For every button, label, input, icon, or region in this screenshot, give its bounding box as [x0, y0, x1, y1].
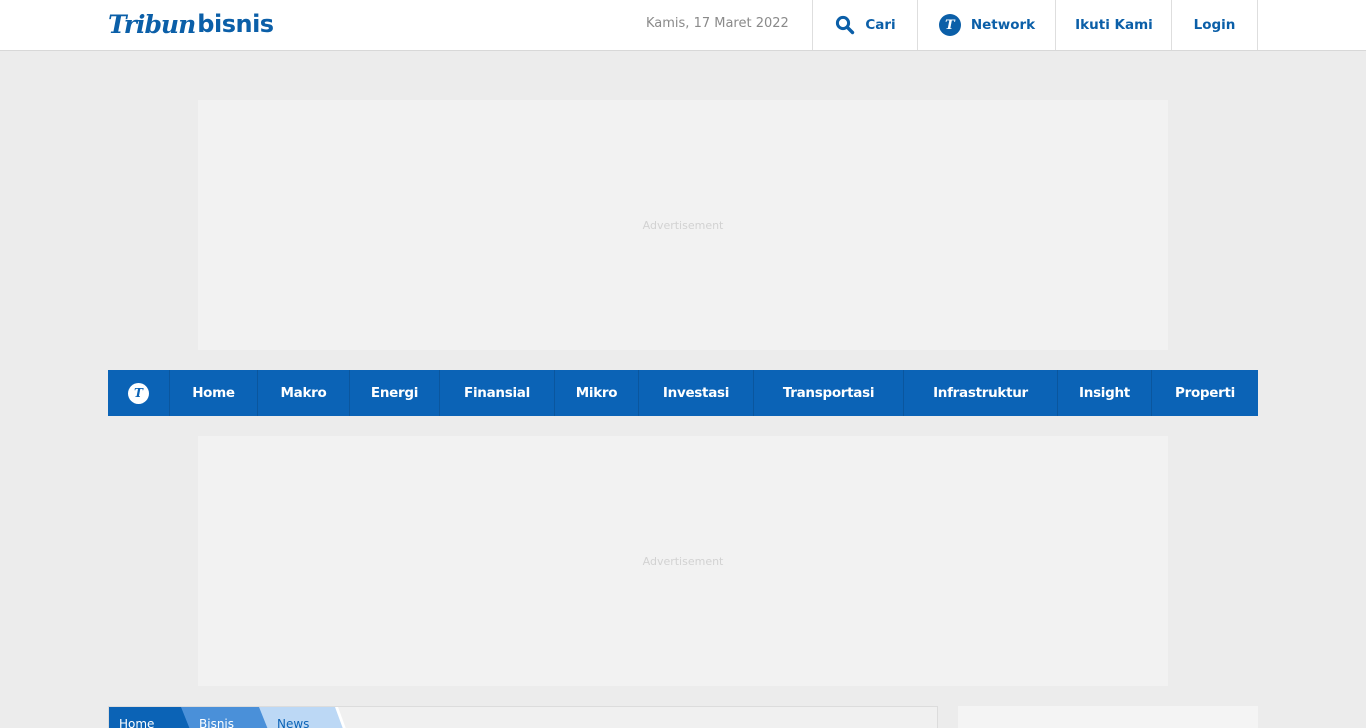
- nav-item-insight[interactable]: Insight: [1058, 370, 1152, 416]
- follow-us-button[interactable]: Ikuti Kami: [1055, 0, 1172, 50]
- current-date: Kamis, 17 Maret 2022: [646, 16, 789, 31]
- logo-tribun-text: Tribun: [108, 9, 196, 39]
- nav-item-infrastruktur[interactable]: Infrastruktur: [904, 370, 1058, 416]
- site-header: Tribun bisnis Kamis, 17 Maret 2022 Cari …: [0, 0, 1366, 51]
- search-button[interactable]: Cari: [812, 0, 918, 50]
- nav-item-energi[interactable]: Energi: [350, 370, 440, 416]
- breadcrumb-item-bisnis[interactable]: Bisnis: [179, 707, 271, 728]
- follow-us-label: Ikuti Kami: [1075, 17, 1153, 33]
- login-button[interactable]: Login: [1171, 0, 1258, 50]
- ad-label: Advertisement: [642, 218, 724, 232]
- tribun-network-icon: T: [938, 14, 961, 36]
- sidebar-box: [958, 706, 1258, 728]
- ad-banner-top[interactable]: Advertisement: [198, 100, 1168, 350]
- breadcrumb: News Bisnis Home: [108, 706, 938, 728]
- site-logo[interactable]: Tribun bisnis: [108, 2, 274, 46]
- breadcrumb-item-news[interactable]: News: [257, 707, 349, 728]
- nav-home-logo-button[interactable]: T: [108, 370, 170, 416]
- nav-item-properti[interactable]: Properti: [1152, 370, 1258, 416]
- search-icon: [836, 15, 855, 35]
- nav-item-makro[interactable]: Makro: [258, 370, 350, 416]
- nav-item-mikro[interactable]: Mikro: [555, 370, 639, 416]
- nav-item-investasi[interactable]: Investasi: [639, 370, 754, 416]
- network-button[interactable]: T Network: [917, 0, 1056, 50]
- logo-bisnis-text: bisnis: [197, 10, 274, 38]
- ad-banner-middle[interactable]: Advertisement: [198, 436, 1168, 686]
- ad-label: Advertisement: [642, 554, 724, 568]
- breadcrumb-item-home[interactable]: Home: [109, 707, 193, 728]
- login-label: Login: [1193, 17, 1236, 33]
- tribun-logo-icon: T: [128, 382, 149, 404]
- nav-item-transportasi[interactable]: Transportasi: [754, 370, 904, 416]
- search-label: Cari: [865, 17, 896, 33]
- main-nav-bar: T Home Makro Energi Finansial Mikro Inve…: [108, 370, 1258, 416]
- nav-item-home[interactable]: Home: [170, 370, 258, 416]
- network-label: Network: [970, 17, 1036, 33]
- nav-item-finansial[interactable]: Finansial: [440, 370, 555, 416]
